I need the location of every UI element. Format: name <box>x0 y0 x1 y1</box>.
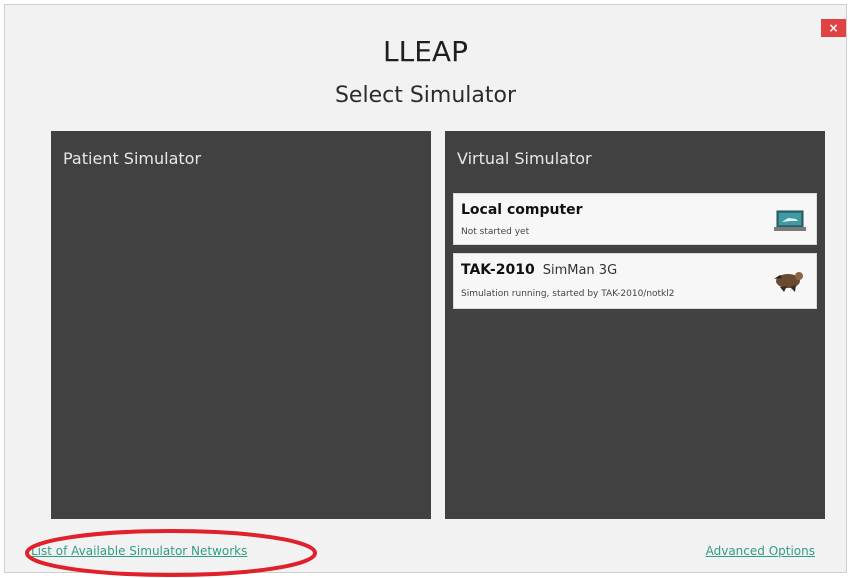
simulator-name: Local computer <box>461 202 583 218</box>
virtual-simulator-panel: Virtual Simulator Local computer Not sta… <box>445 131 825 519</box>
advanced-options-link[interactable]: Advanced Options <box>706 544 815 558</box>
page-title: Select Simulator <box>334 83 517 108</box>
simulator-status: Simulation running, started by TAK-2010/… <box>461 289 675 299</box>
simulator-model: SimMan 3G <box>542 263 618 278</box>
laptop-icon <box>774 210 806 231</box>
simulator-status: Not started yet <box>461 227 530 237</box>
app-title: LLEAP <box>383 35 468 68</box>
simulator-item-tak-2010[interactable]: TAK-2010 SimMan 3G Simulation running, st… <box>453 253 817 309</box>
patient-simulator-title: Patient Simulator <box>63 149 202 168</box>
simulator-networks-link[interactable]: List of Available Simulator Networks <box>31 544 247 558</box>
mannequin-icon <box>774 272 803 292</box>
select-simulator-window: × LLEAP Select Simulator Patient Simulat… <box>4 4 847 577</box>
simulator-item-local-computer[interactable]: Local computer Not started yet <box>453 193 817 245</box>
virtual-simulator-title: Virtual Simulator <box>457 149 592 168</box>
patient-simulator-panel: Patient Simulator <box>51 131 431 519</box>
simulator-name: TAK-2010 SimMan 3G <box>461 262 618 278</box>
